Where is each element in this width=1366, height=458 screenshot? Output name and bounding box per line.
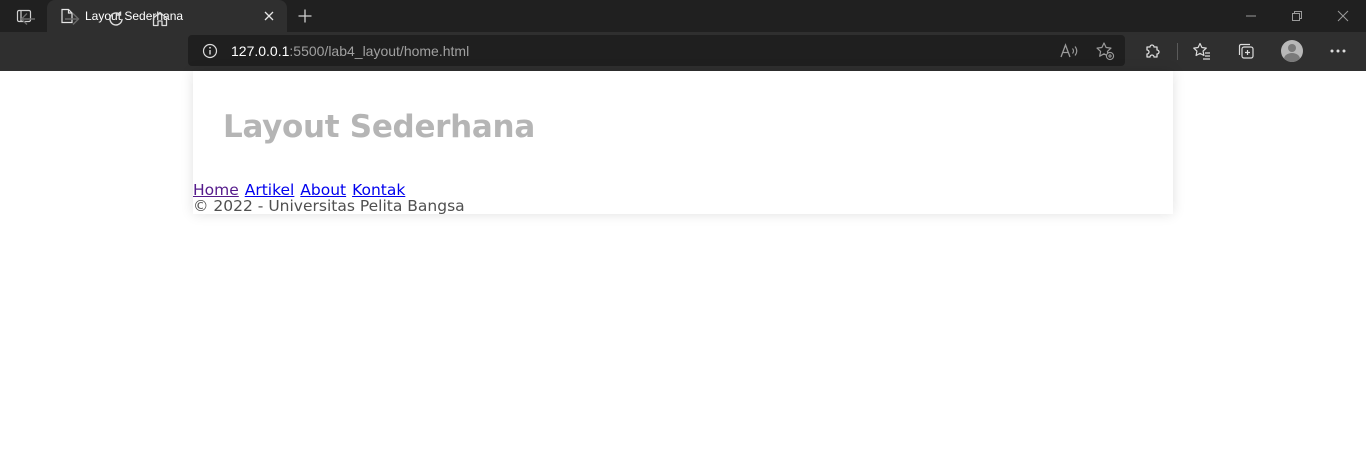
footer-copyright: © 2022 - Universitas Pelita Bangsa: [193, 197, 465, 215]
minimize-icon[interactable]: [1228, 0, 1274, 32]
home-icon[interactable]: [145, 4, 175, 34]
address-bar[interactable]: 127.0.0.1:5500/lab4_layout/home.html: [188, 35, 1125, 66]
page-viewport: Layout Sederhana Home Artikel About Kont…: [0, 71, 1366, 458]
restore-icon[interactable]: [1274, 0, 1320, 32]
add-favorite-icon[interactable]: [1094, 40, 1116, 62]
tab-bar: Layout Sederhana: [0, 0, 1366, 32]
favorites-icon[interactable]: [1191, 40, 1213, 62]
toolbar-divider: [1177, 43, 1178, 60]
more-icon[interactable]: [1327, 40, 1349, 62]
url-path: :5500/lab4_layout/home.html: [289, 42, 470, 59]
page-container: Layout Sederhana Home Artikel About Kont…: [193, 71, 1173, 215]
url-text: 127.0.0.1:5500/lab4_layout/home.html: [231, 43, 469, 59]
page-title: Layout Sederhana: [223, 109, 535, 145]
close-icon[interactable]: [261, 8, 277, 24]
collections-icon[interactable]: [1235, 40, 1257, 62]
back-arrow-icon[interactable]: [13, 4, 43, 34]
puzzle-icon[interactable]: [1142, 40, 1164, 62]
info-icon[interactable]: [201, 42, 219, 60]
profile-avatar-icon[interactable]: [1281, 40, 1303, 62]
plus-icon[interactable]: [292, 4, 318, 28]
forward-arrow-icon[interactable]: [57, 4, 87, 34]
read-aloud-icon[interactable]: [1058, 40, 1080, 62]
refresh-icon[interactable]: [101, 4, 131, 34]
url-host: 127.0.0.1: [231, 42, 290, 59]
close-icon[interactable]: [1320, 0, 1366, 32]
